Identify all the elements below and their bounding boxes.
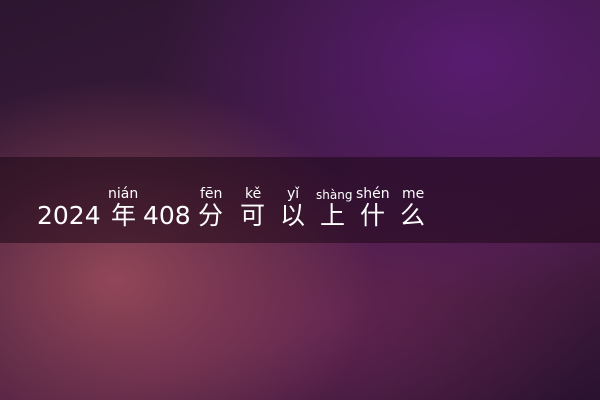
title-shen: 什 [360, 201, 386, 230]
pinyin-fen: fēn [200, 186, 223, 202]
title-me: 么 [400, 201, 426, 230]
title-shang: 上 [320, 201, 346, 230]
title-score: 408 [143, 201, 191, 230]
title-year: 2024 [37, 201, 101, 230]
page-title: 2024 年 408 分 可 以 上 什 么 nián fēn kě yǐ sh… [0, 0, 600, 400]
pinyin-shen: shén [356, 186, 390, 202]
title-ke: 可 [240, 201, 266, 230]
pinyin-me: me [402, 186, 425, 202]
pinyin-nian: nián [108, 186, 139, 202]
pinyin-yi: yǐ [287, 186, 300, 202]
title-year-char: 年 [111, 201, 137, 230]
pinyin-shang: shàng [316, 188, 353, 202]
title-yi: 以 [280, 201, 306, 230]
pinyin-ke: kě [245, 186, 262, 202]
title-score-char: 分 [198, 201, 224, 230]
